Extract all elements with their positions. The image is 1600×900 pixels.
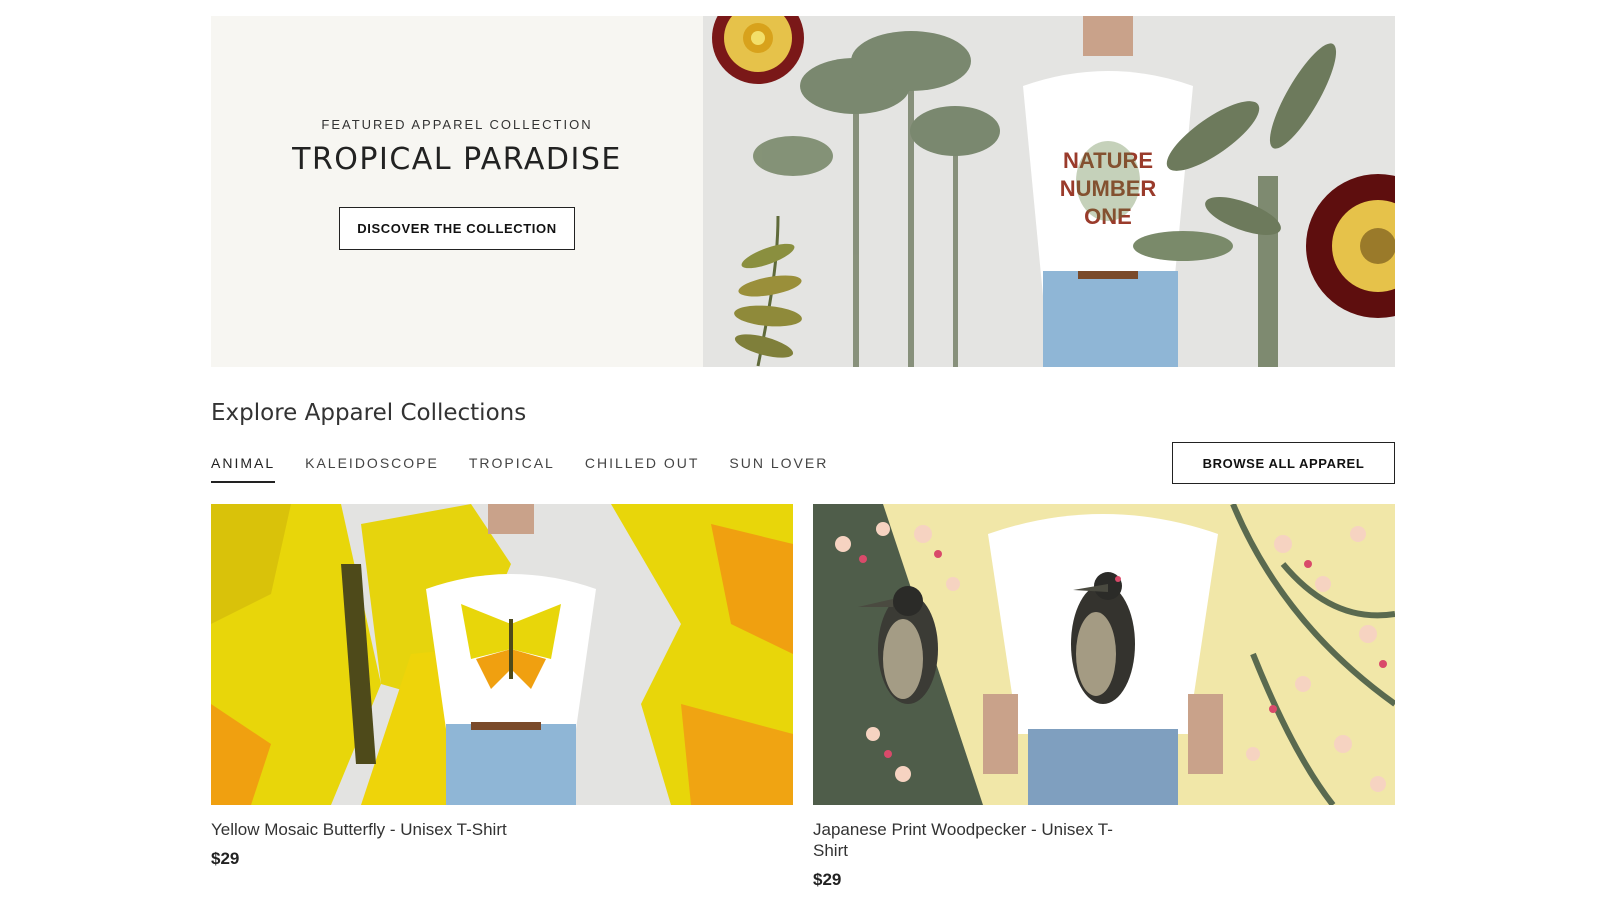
- tab-tropical[interactable]: TROPICAL: [469, 455, 555, 483]
- hero-text-panel: FEATURED APPAREL COLLECTION TROPICAL PAR…: [211, 16, 703, 367]
- tab-sun-lover[interactable]: SUN LOVER: [729, 455, 828, 483]
- woodpecker-illustration: [813, 504, 1395, 805]
- hero-kicker: FEATURED APPAREL COLLECTION: [321, 117, 593, 132]
- featured-hero: FEATURED APPAREL COLLECTION TROPICAL PAR…: [211, 16, 1395, 367]
- butterfly-illustration: [211, 504, 793, 805]
- tab-chilled-out[interactable]: CHILLED OUT: [585, 455, 700, 483]
- product-price: $29: [813, 870, 842, 889]
- product-image-woodpecker[interactable]: [813, 504, 1395, 805]
- product-image-butterfly[interactable]: [211, 504, 793, 805]
- hero-title: TROPICAL PARADISE: [292, 142, 622, 177]
- product-card[interactable]: Yellow Mosaic Butterfly - Unisex T-Shirt…: [211, 504, 793, 869]
- product-name[interactable]: Yellow Mosaic Butterfly - Unisex T-Shirt: [211, 819, 511, 840]
- product-card[interactable]: Japanese Print Woodpecker - Unisex T-Shi…: [813, 504, 1395, 890]
- section-title: Explore Apparel Collections: [211, 400, 527, 426]
- tab-kaleidoscope[interactable]: KALEIDOSCOPE: [305, 455, 439, 483]
- collection-tabs: ANIMAL KALEIDOSCOPE TROPICAL CHILLED OUT…: [211, 455, 828, 483]
- product-price: $29: [211, 849, 240, 868]
- discover-collection-button[interactable]: DISCOVER THE COLLECTION: [339, 207, 575, 250]
- browse-all-apparel-button[interactable]: BROWSE ALL APPAREL: [1172, 442, 1395, 484]
- hero-illustration: NATURE NUMBER ONE: [703, 16, 1395, 367]
- hero-image[interactable]: NATURE NUMBER ONE: [703, 16, 1395, 367]
- product-name[interactable]: Japanese Print Woodpecker - Unisex T-Shi…: [813, 819, 1113, 861]
- tab-animal[interactable]: ANIMAL: [211, 455, 276, 483]
